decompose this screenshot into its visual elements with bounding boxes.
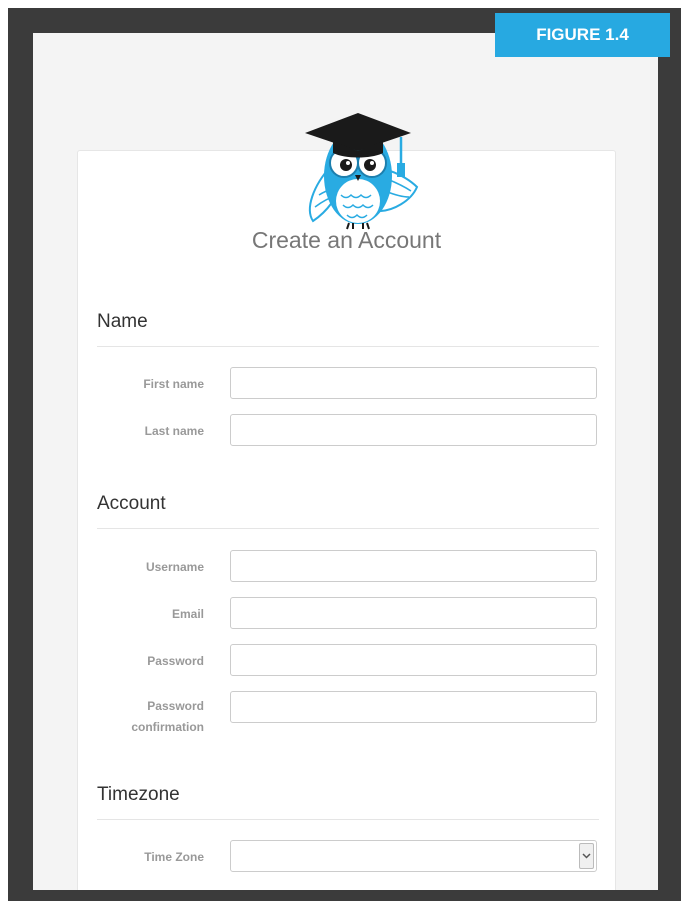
password-input[interactable] [230,644,597,676]
chevron-down-icon[interactable] [579,843,594,869]
last-name-label: Last name [144,424,204,438]
email-input[interactable] [230,597,597,629]
section-title-name: Name [97,311,148,332]
owl-graduate-logo [283,91,433,231]
section-title-account: Account [97,493,166,514]
password-label: Password [147,654,204,668]
page-background: Create an Account Name First name Last n… [33,33,658,890]
email-label: Email [171,607,204,621]
username-input[interactable] [230,550,597,582]
signup-card: Create an Account Name First name Last n… [77,150,616,890]
password-confirmation-input[interactable] [230,691,597,723]
figure-label: FIGURE 1.4 [495,13,670,57]
section-divider [97,528,599,529]
time-zone-select[interactable] [230,840,597,872]
section-title-timezone: Timezone [97,784,180,805]
password-confirmation-label-line1: Password [147,699,204,713]
first-name-input[interactable] [230,367,597,399]
password-confirmation-label-line2: confirmation [131,720,204,734]
section-divider [97,819,599,820]
page-title: Create an Account [251,227,442,253]
first-name-label: First name [143,377,204,391]
last-name-input[interactable] [230,414,597,446]
time-zone-label: Time Zone [144,850,204,864]
username-label: Username [145,560,204,574]
section-divider [97,346,599,347]
